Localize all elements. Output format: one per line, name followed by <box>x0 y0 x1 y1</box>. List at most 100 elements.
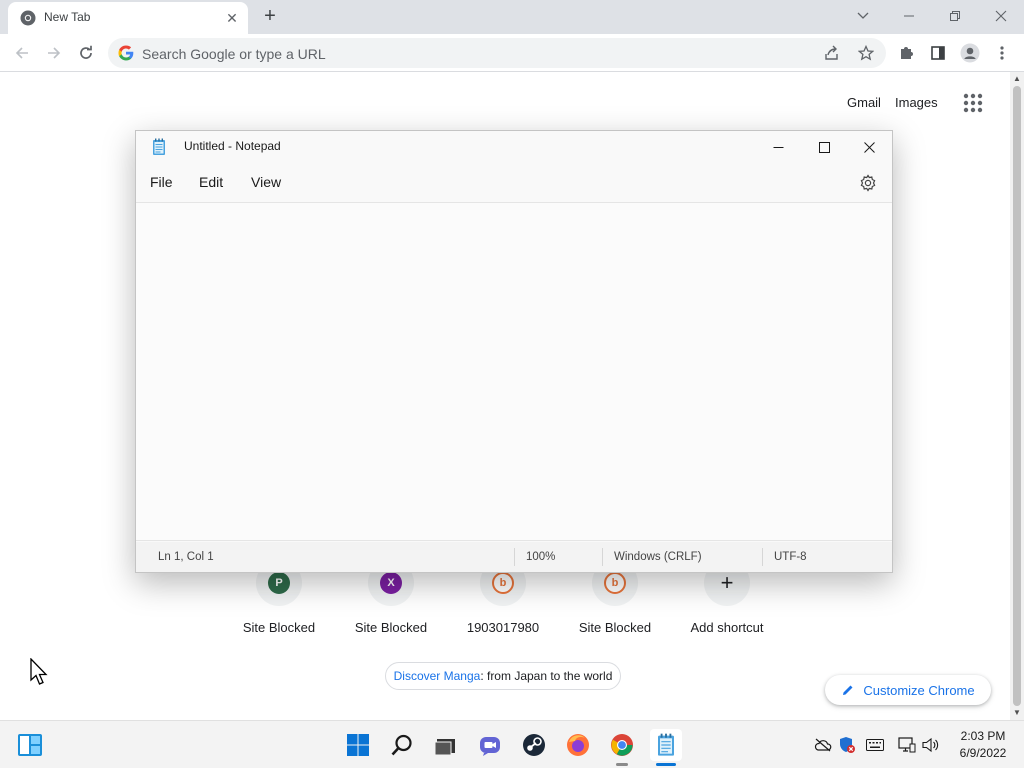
menu-edit[interactable]: Edit <box>199 174 223 190</box>
notepad-titlebar[interactable]: Untitled - Notepad <box>136 131 892 163</box>
scroll-up-arrow-icon[interactable]: ▲ <box>1010 72 1024 86</box>
volume-icon[interactable] <box>922 736 940 754</box>
notepad-taskbar-button[interactable] <box>650 729 682 761</box>
notepad-close-button[interactable] <box>846 131 892 163</box>
google-g-icon <box>118 45 134 61</box>
browser-toolbar: Search Google or type a URL <box>0 34 1024 72</box>
chrome-taskbar-button[interactable] <box>606 729 638 761</box>
arrow-right-icon <box>48 47 61 59</box>
notepad-app-icon <box>153 138 165 155</box>
windows-start-icon <box>347 734 369 756</box>
taskbar-search-button[interactable] <box>386 729 418 761</box>
notepad-window: Untitled - Notepad File Edit View Ln 1, … <box>135 130 893 573</box>
tab-search-button[interactable] <box>840 0 886 32</box>
minimize-icon <box>904 15 914 17</box>
maximize-icon <box>818 141 830 153</box>
new-tab-button[interactable]: + <box>258 5 282 29</box>
images-link[interactable]: Images <box>895 95 938 110</box>
promo-chip[interactable]: Discover Manga: from Japan to the world <box>385 662 621 690</box>
menu-file[interactable]: File <box>150 174 173 190</box>
menu-view[interactable]: View <box>251 174 281 190</box>
clock-date[interactable]: 6/9/2022 <box>946 746 1020 760</box>
settings-gear-icon[interactable] <box>858 173 878 193</box>
notepad-text-area[interactable] <box>136 202 892 541</box>
status-position: Ln 1, Col 1 <box>158 551 214 563</box>
scroll-down-arrow-icon[interactable]: ▼ <box>1010 706 1024 720</box>
firefox-button[interactable] <box>562 729 594 761</box>
network-icon[interactable] <box>898 736 916 754</box>
extensions-button[interactable] <box>892 39 920 67</box>
task-view-button[interactable] <box>429 729 461 761</box>
onedrive-offline-icon[interactable] <box>814 736 832 754</box>
search-icon <box>391 734 412 756</box>
promo-link[interactable]: Discover Manga <box>394 669 481 683</box>
customize-chrome-label: Customize Chrome <box>863 682 975 698</box>
task-view-icon <box>434 739 455 756</box>
clock-time[interactable]: 2:03 PM <box>946 729 1020 743</box>
shortcut-label: Site Blocked <box>242 620 316 635</box>
notepad-minimize-button[interactable] <box>755 131 801 163</box>
page-scrollbar[interactable]: ▲ ▼ <box>1010 72 1024 720</box>
shortcut-label: Site Blocked <box>354 620 428 635</box>
plus-icon: + <box>720 570 734 595</box>
close-icon <box>995 10 1007 22</box>
customize-chrome-button[interactable]: Customize Chrome <box>825 675 991 705</box>
security-warning-icon[interactable] <box>838 736 856 754</box>
chevron-down-icon <box>857 12 869 19</box>
scrollbar-thumb[interactable] <box>1013 86 1021 706</box>
shortcut-favicon: b <box>604 572 626 594</box>
reload-button[interactable] <box>72 39 100 67</box>
shortcut-label: 1903017980 <box>466 620 540 635</box>
chat-button[interactable] <box>474 729 506 761</box>
firefox-icon <box>567 734 589 756</box>
google-apps-grid-icon[interactable] <box>963 93 983 113</box>
promo-text: : from Japan to the world <box>480 669 613 683</box>
status-divider <box>762 548 763 566</box>
status-zoom: 100% <box>526 551 556 563</box>
notepad-menubar: File Edit View <box>136 163 892 201</box>
reload-icon <box>80 45 92 59</box>
gmail-link[interactable]: Gmail <box>847 95 881 110</box>
shortcut-label: Site Blocked <box>578 620 652 635</box>
omnibox-placeholder: Search Google or type a URL <box>142 46 326 62</box>
profile-button[interactable] <box>956 39 984 67</box>
tab-title: New Tab <box>44 10 91 24</box>
shortcut-favicon: b <box>492 572 514 594</box>
notepad-maximize-button[interactable] <box>801 131 847 163</box>
running-indicator <box>616 763 628 766</box>
widgets-icon <box>18 734 42 756</box>
puzzle-icon <box>901 47 913 59</box>
tab-new-tab[interactable]: New Tab ✕ <box>8 2 248 34</box>
tab-close-icon[interactable]: ✕ <box>222 8 242 28</box>
minimize-button[interactable] <box>886 0 932 32</box>
side-panel-icon <box>931 46 945 60</box>
pencil-icon <box>843 685 853 695</box>
bookmark-star-icon[interactable] <box>857 44 875 61</box>
omnibox[interactable]: Search Google or type a URL <box>108 38 886 68</box>
avatar-icon <box>960 43 980 63</box>
restore-icon <box>950 11 960 21</box>
status-divider <box>602 548 603 566</box>
keyboard-icon[interactable] <box>866 736 884 754</box>
shortcut-favicon: X <box>380 572 402 594</box>
active-indicator <box>656 763 676 766</box>
steam-button[interactable] <box>518 729 550 761</box>
start-button[interactable] <box>342 729 374 761</box>
forward-button[interactable] <box>40 39 68 67</box>
close-browser-button[interactable] <box>978 0 1024 32</box>
windows-taskbar: 2:03 PM 6/9/2022 <box>0 720 1024 768</box>
minimize-icon <box>773 146 783 148</box>
steam-icon <box>523 734 545 756</box>
widgets-button[interactable] <box>14 729 46 761</box>
status-line-ending: Windows (CRLF) <box>614 551 702 563</box>
side-panel-button[interactable] <box>924 39 952 67</box>
back-button[interactable] <box>8 39 36 67</box>
share-icon[interactable] <box>824 45 840 61</box>
restore-button[interactable] <box>932 0 978 32</box>
arrow-left-icon <box>15 47 28 59</box>
chrome-favicon-icon <box>20 10 36 26</box>
shortcut-favicon: P <box>268 572 290 594</box>
status-divider <box>514 548 515 566</box>
mouse-pointer-icon <box>30 658 48 685</box>
chrome-menu-button[interactable] <box>988 39 1016 67</box>
